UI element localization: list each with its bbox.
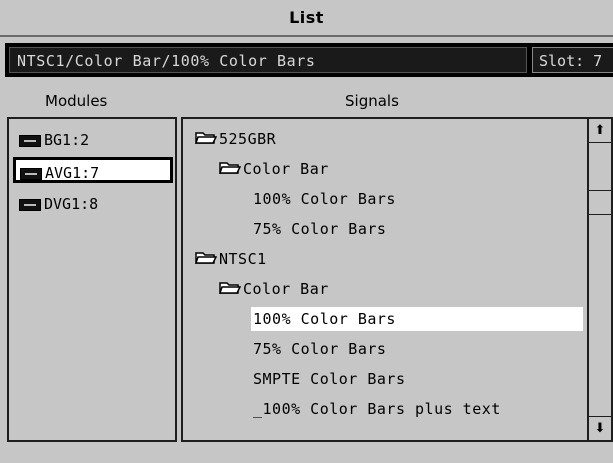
signal-item[interactable]: 75% Color Bars <box>253 337 386 361</box>
signal-label: 75% Color Bars <box>253 220 387 238</box>
signal-folder[interactable]: 525GBR <box>194 127 277 152</box>
signal-label: NTSC1 <box>219 250 267 268</box>
signal-label: Color Bar <box>243 160 329 178</box>
signal-item[interactable]: 100% Color Bars <box>251 307 583 331</box>
folder-icon <box>218 278 242 302</box>
title-bar: List <box>0 0 613 37</box>
modules-header: Modules <box>45 92 108 110</box>
current-signal-path: NTSC1/Color Bar/100% Color Bars <box>9 47 527 73</box>
arrow-down-icon[interactable]: ⬇ <box>589 416 611 440</box>
module-item[interactable]: DVG1:8 <box>15 191 173 217</box>
module-card-icon <box>19 198 41 211</box>
signal-label: _100% Color Bars plus text <box>253 400 501 418</box>
module-label: AVG1:7 <box>45 164 100 182</box>
slot-indicator: Slot: 7 <box>532 47 613 73</box>
path-bar: NTSC1/Color Bar/100% Color Bars Slot: 7 <box>5 43 613 77</box>
signal-item[interactable]: 100% Color Bars <box>253 187 396 211</box>
scrollbar-thumb[interactable] <box>589 191 611 215</box>
signal-item[interactable]: _100% Color Bars plus text <box>253 397 501 421</box>
window-title: List <box>289 8 324 27</box>
module-item[interactable]: AVG1:7 <box>13 157 173 183</box>
scrollbar-track-segment[interactable] <box>589 143 611 191</box>
modules-list: BG1:2 AVG1:7 DVG1:8 <box>7 117 177 442</box>
signal-label: 75% Color Bars <box>253 340 387 358</box>
folder-icon <box>194 128 218 152</box>
module-card-icon <box>20 167 42 180</box>
signal-item[interactable]: 75% Color Bars <box>253 217 386 241</box>
signal-folder[interactable]: Color Bar <box>218 157 329 182</box>
module-label: DVG1:8 <box>44 195 99 213</box>
signal-label: Color Bar <box>243 280 329 298</box>
signal-label: 100% Color Bars <box>253 310 396 328</box>
signals-header: Signals <box>345 92 399 110</box>
signal-folder[interactable]: NTSC1 <box>194 247 267 272</box>
signal-folder[interactable]: Color Bar <box>218 277 329 302</box>
signal-label: SMPTE Color Bars <box>253 370 406 388</box>
signal-item[interactable]: SMPTE Color Bars <box>253 367 406 391</box>
signals-scrollbar[interactable]: ⬆ ⬇ <box>587 119 611 440</box>
signals-list: ⬆ ⬇ 525GBR Color Bar 100% Color Bars 75% Co… <box>181 117 613 442</box>
signal-label: 525GBR <box>219 130 277 148</box>
module-item[interactable]: BG1:2 <box>15 127 173 153</box>
signal-label: 100% Color Bars <box>253 190 396 208</box>
arrow-up-icon[interactable]: ⬆ <box>589 119 611 143</box>
module-label: BG1:2 <box>44 131 90 149</box>
folder-icon <box>194 248 218 272</box>
module-card-icon <box>19 134 41 147</box>
folder-icon <box>218 158 242 182</box>
